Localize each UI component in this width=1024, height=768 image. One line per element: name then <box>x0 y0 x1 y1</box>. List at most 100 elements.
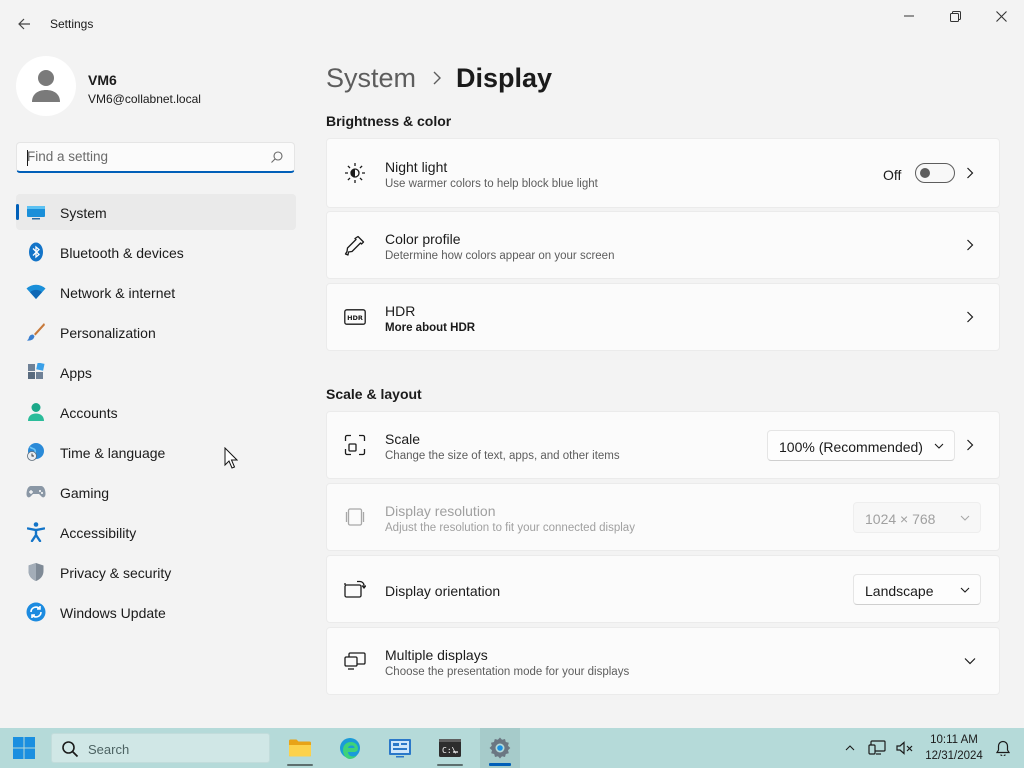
start-button[interactable] <box>4 728 44 768</box>
hdr-more-link[interactable]: More about HDR <box>385 322 475 334</box>
sidebar-item-windows-update[interactable]: Windows Update <box>16 594 296 630</box>
taskbar-search-box[interactable]: Search <box>51 733 270 763</box>
hdr-title: HDR <box>385 303 416 319</box>
night-light-subtitle: Use warmer colors to help block blue lig… <box>385 178 598 190</box>
multiple-displays-title: Multiple displays <box>385 647 488 663</box>
avatar <box>16 56 76 116</box>
volume-status-button[interactable] <box>894 728 916 768</box>
night-light-title: Night light <box>385 159 448 175</box>
sidebar-item-system[interactable]: System <box>16 194 296 230</box>
sidebar-item-personalization[interactable]: Personalization <box>16 314 296 350</box>
text-caret <box>27 150 28 166</box>
sidebar-item-bluetooth[interactable]: Bluetooth & devices <box>16 234 296 270</box>
sidebar-item-time-language[interactable]: Time & language <box>16 434 296 470</box>
taskbar-file-explorer[interactable] <box>280 728 320 768</box>
chevron-right-icon[interactable] <box>963 438 977 452</box>
taskbar-settings[interactable] <box>480 728 520 768</box>
color-profile-subtitle: Determine how colors appear on your scre… <box>385 250 615 262</box>
chevron-right-icon[interactable] <box>963 166 977 180</box>
multiple-displays-subtitle: Choose the presentation mode for your di… <box>385 666 630 678</box>
brush-icon <box>26 323 46 341</box>
title-bar: Settings <box>0 0 1024 48</box>
sidebar-item-label: Privacy & security <box>60 565 172 581</box>
scale-title: Scale <box>385 431 421 447</box>
svg-text:HDR: HDR <box>347 314 363 322</box>
shield-icon <box>26 563 46 581</box>
resolution-icon <box>344 506 366 528</box>
hdr-card[interactable]: HDR HDR More about HDR <box>326 283 1000 351</box>
network-icon <box>868 740 886 755</box>
chevron-down-icon <box>934 443 944 449</box>
taskbar-clock[interactable]: 10:11 AM 12/31/2024 <box>918 732 990 764</box>
night-light-toggle[interactable] <box>915 163 955 183</box>
orientation-value: Landscape <box>865 583 934 599</box>
sidebar-item-label: System <box>60 205 107 221</box>
eyedropper-icon <box>344 234 366 256</box>
svg-text:C:\: C:\ <box>442 746 457 755</box>
chevron-right-icon[interactable] <box>963 310 977 324</box>
show-hidden-icons-button[interactable] <box>840 728 860 768</box>
taskbar-edge[interactable] <box>330 728 370 768</box>
sidebar-item-label: Gaming <box>60 485 110 501</box>
display-orientation-card[interactable]: Display orientation Landscape <box>326 555 1000 623</box>
notifications-button[interactable] <box>992 728 1014 768</box>
sidebar-item-apps[interactable]: Apps <box>16 354 296 390</box>
network-status-button[interactable] <box>866 728 888 768</box>
multiple-displays-icon <box>344 650 366 672</box>
running-indicator <box>437 764 463 766</box>
restore-button[interactable] <box>932 0 978 32</box>
chevron-right-icon <box>433 71 442 85</box>
scale-card[interactable]: Scale Change the size of text, apps, and… <box>326 411 1000 479</box>
bluetooth-icon <box>26 242 46 262</box>
globe-clock-icon <box>26 443 46 461</box>
window-title: Settings <box>50 17 94 31</box>
windows-logo-icon <box>13 737 35 759</box>
sidebar-item-accessibility[interactable]: Accessibility <box>16 514 296 550</box>
scale-subtitle: Change the size of text, apps, and other… <box>385 450 620 462</box>
multiple-displays-card[interactable]: Multiple displays Choose the presentatio… <box>326 627 1000 695</box>
taskbar-control-panel[interactable] <box>380 728 420 768</box>
breadcrumb-parent-link[interactable]: System <box>326 63 416 94</box>
accounts-icon <box>26 403 46 421</box>
sidebar-item-label: Apps <box>60 365 92 381</box>
sidebar-nav: System Bluetooth & devices Network & int… <box>16 194 296 634</box>
settings-search[interactable] <box>16 142 295 173</box>
back-button[interactable] <box>10 10 38 38</box>
wifi-icon <box>26 283 46 301</box>
color-profile-title: Color profile <box>385 231 461 247</box>
scale-dropdown[interactable]: 100% (Recommended) <box>767 430 955 461</box>
sidebar-item-label: Windows Update <box>60 605 166 621</box>
section-title-brightness: Brightness & color <box>326 113 452 129</box>
color-profile-card[interactable]: Color profile Determine how colors appea… <box>326 211 1000 279</box>
sidebar-item-label: Time & language <box>60 445 166 461</box>
scale-icon <box>344 434 366 456</box>
sidebar-item-accounts[interactable]: Accounts <box>16 394 296 430</box>
section-title-scale-layout: Scale & layout <box>326 386 422 402</box>
close-button[interactable] <box>978 0 1024 32</box>
night-light-card[interactable]: Night light Use warmer colors to help bl… <box>326 138 1000 208</box>
person-icon <box>32 70 60 102</box>
settings-gear-icon <box>489 737 511 759</box>
orientation-icon <box>344 578 366 600</box>
chevron-right-icon[interactable] <box>963 238 977 252</box>
running-indicator <box>287 764 313 766</box>
search-input[interactable] <box>27 149 257 164</box>
display-resolution-subtitle: Adjust the resolution to fit your connec… <box>385 522 635 534</box>
orientation-dropdown[interactable]: Landscape <box>853 574 981 605</box>
system-icon <box>26 203 46 221</box>
sidebar-item-privacy-security[interactable]: Privacy & security <box>16 554 296 590</box>
sidebar-item-label: Accounts <box>60 405 118 421</box>
resolution-value: 1024 × 768 <box>865 511 936 527</box>
sidebar-item-label: Bluetooth & devices <box>60 245 184 261</box>
chevron-down-icon[interactable] <box>963 654 977 668</box>
chevron-up-icon <box>845 745 855 751</box>
user-profile[interactable]: VM6 VM6@collabnet.local <box>16 56 296 120</box>
sidebar-item-label: Personalization <box>60 325 156 341</box>
minimize-button[interactable] <box>886 0 932 32</box>
sidebar-item-network[interactable]: Network & internet <box>16 274 296 310</box>
search-icon <box>62 741 79 758</box>
search-icon[interactable] <box>270 150 284 164</box>
taskbar-command-prompt[interactable]: C:\ <box>430 728 470 768</box>
sidebar-item-gaming[interactable]: Gaming <box>16 474 296 510</box>
gamepad-icon <box>26 483 46 501</box>
